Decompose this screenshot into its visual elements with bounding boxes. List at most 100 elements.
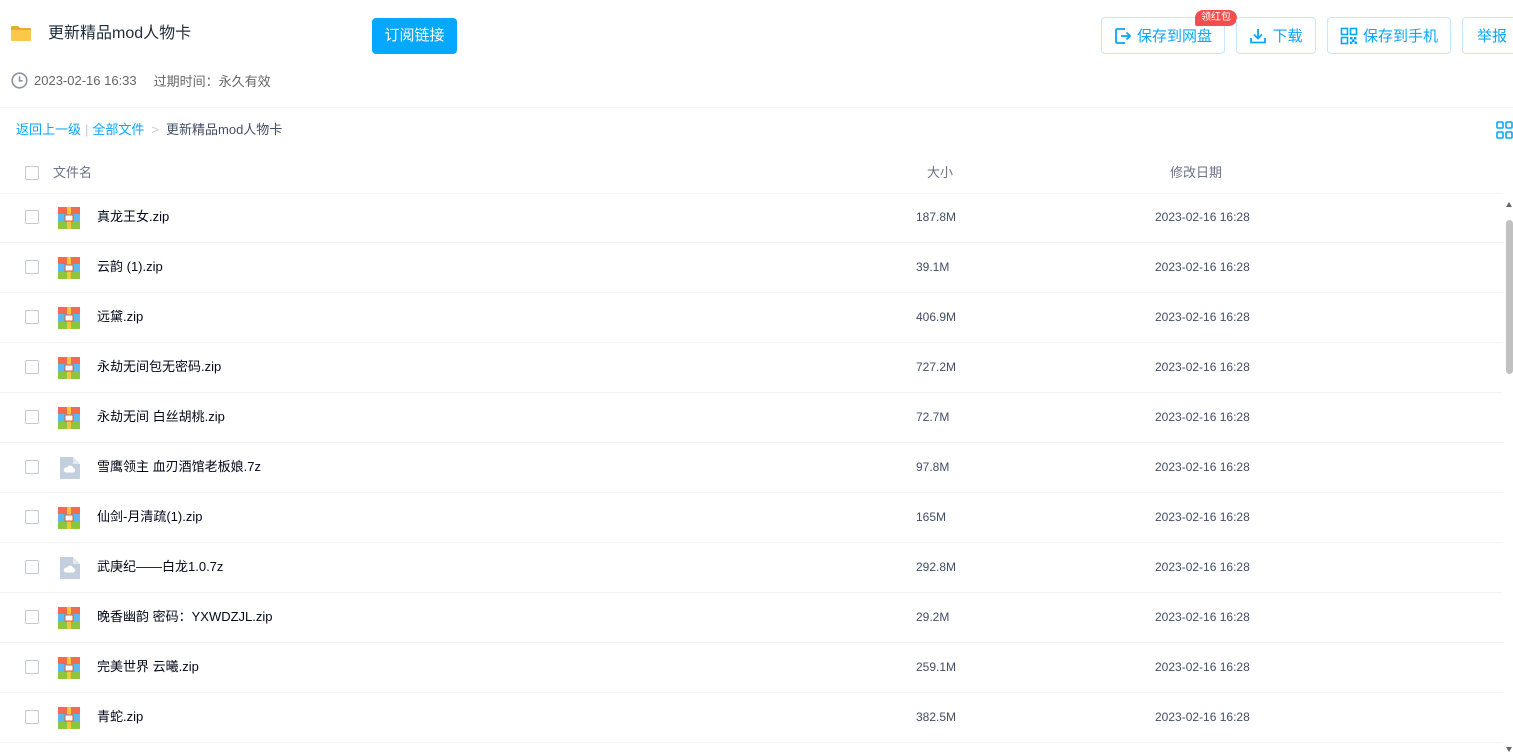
report-button[interactable]: 举报 bbox=[1462, 17, 1513, 54]
back-up-link[interactable]: 返回上一级 bbox=[16, 122, 81, 137]
share-header: 更新精品mod人物卡 订阅链接 2023-02-16 16:33 过期时间： 永… bbox=[0, 0, 1513, 107]
table-row[interactable]: 完美世界 云曦.zip 259.1M 2023-02-16 16:28 bbox=[0, 643, 1503, 693]
breadcrumb-separator: | bbox=[85, 122, 89, 137]
table-row[interactable]: 雪鹰领主 血刃酒馆老板娘.7z 97.8M 2023-02-16 16:28 bbox=[0, 443, 1503, 493]
file-size: 292.8M bbox=[916, 560, 957, 574]
row-checkbox[interactable] bbox=[25, 510, 39, 524]
file-modified-date: 2023-02-16 16:28 bbox=[1155, 610, 1250, 624]
report-label: 举报 bbox=[1476, 28, 1507, 45]
grid-view-icon[interactable] bbox=[1496, 121, 1513, 139]
breadcrumb-arrow: > bbox=[151, 122, 160, 137]
column-filename[interactable]: 文件名 bbox=[53, 164, 92, 181]
file-name[interactable]: 青蛇.zip bbox=[97, 708, 143, 726]
table-row[interactable]: 远黛.zip 406.9M 2023-02-16 16:28 bbox=[0, 293, 1503, 343]
expire-value: 永久有效 bbox=[218, 73, 271, 89]
page-title: 更新精品mod人物卡 bbox=[48, 25, 192, 42]
file-name[interactable]: 永劫无间 白丝胡桃.zip bbox=[97, 408, 225, 426]
table-row[interactable]: 青蛇.zip 382.5M 2023-02-16 16:28 bbox=[0, 693, 1503, 743]
expire-label: 过期时间： bbox=[153, 73, 219, 89]
row-checkbox[interactable] bbox=[25, 310, 39, 324]
save-to-cloud-label: 保存到网盘 bbox=[1136, 28, 1212, 45]
column-size[interactable]: 大小 bbox=[927, 164, 953, 181]
file-name[interactable]: 云韵 (1).zip bbox=[97, 258, 163, 276]
row-checkbox[interactable] bbox=[25, 460, 39, 474]
unknown-file-icon bbox=[58, 457, 80, 479]
row-checkbox[interactable] bbox=[25, 560, 39, 574]
file-name[interactable]: 仙剑-月清疏(1).zip bbox=[97, 508, 202, 526]
file-name[interactable]: 雪鹰领主 血刃酒馆老板娘.7z bbox=[97, 458, 261, 476]
zip-archive-icon bbox=[58, 257, 80, 279]
unknown-file-icon bbox=[58, 557, 80, 579]
file-name[interactable]: 武庚纪——白龙1.0.7z bbox=[97, 558, 223, 576]
table-row[interactable]: 武庚纪——白龙1.0.7z 292.8M 2023-02-16 16:28 bbox=[0, 543, 1503, 593]
file-modified-date: 2023-02-16 16:28 bbox=[1155, 260, 1250, 274]
table-row[interactable]: 永劫无间 白丝胡桃.zip 72.7M 2023-02-16 16:28 bbox=[0, 393, 1503, 443]
table-row[interactable]: 真龙王女.zip 187.8M 2023-02-16 16:28 bbox=[0, 193, 1503, 243]
row-checkbox[interactable] bbox=[25, 260, 39, 274]
file-size: 259.1M bbox=[916, 660, 957, 674]
file-size: 165M bbox=[916, 510, 947, 524]
subscribe-link-button[interactable]: 订阅链接 bbox=[372, 18, 457, 54]
save-to-phone-label: 保存到手机 bbox=[1362, 28, 1438, 45]
file-modified-date: 2023-02-16 16:28 bbox=[1155, 460, 1250, 474]
save-to-cloud-button[interactable]: 保存到网盘 领红包 bbox=[1101, 10, 1237, 54]
scrollbar[interactable] bbox=[1505, 198, 1513, 756]
table-row[interactable]: 仙剑-月清疏(1).zip 165M 2023-02-16 16:28 bbox=[0, 493, 1503, 543]
row-checkbox[interactable] bbox=[25, 210, 39, 224]
scrollbar-thumb[interactable] bbox=[1506, 220, 1513, 374]
save-to-phone-button[interactable]: 保存到手机 bbox=[1327, 17, 1451, 54]
file-name[interactable]: 永劫无间包无密码.zip bbox=[97, 358, 221, 376]
file-modified-date: 2023-02-16 16:28 bbox=[1155, 210, 1250, 224]
scroll-down-arrow[interactable] bbox=[1506, 747, 1512, 752]
row-checkbox[interactable] bbox=[25, 710, 39, 724]
file-size: 39.1M bbox=[916, 260, 950, 274]
table-row[interactable]: 永劫无间包无密码.zip 727.2M 2023-02-16 16:28 bbox=[0, 343, 1503, 393]
row-checkbox[interactable] bbox=[25, 410, 39, 424]
share-meta: 2023-02-16 16:33 过期时间： 永久有效 bbox=[11, 70, 271, 90]
zip-archive-icon bbox=[58, 607, 80, 629]
zip-archive-icon bbox=[58, 307, 80, 329]
file-size: 382.5M bbox=[916, 710, 957, 724]
file-modified-date: 2023-02-16 16:28 bbox=[1155, 510, 1250, 524]
zip-archive-icon bbox=[58, 707, 80, 729]
qr-code-icon bbox=[1340, 27, 1358, 44]
zip-archive-icon bbox=[58, 207, 80, 229]
file-modified-date: 2023-02-16 16:28 bbox=[1155, 410, 1250, 424]
file-modified-date: 2023-02-16 16:28 bbox=[1155, 710, 1250, 724]
table-row[interactable]: 晚香幽韵 密码：YXWDZJL.zip 29.2M 2023-02-16 16:28 bbox=[0, 593, 1503, 643]
file-name[interactable]: 晚香幽韵 密码：YXWDZJL.zip bbox=[97, 608, 273, 626]
zip-archive-icon bbox=[58, 357, 80, 379]
table-row[interactable]: 云韵 (1).zip 39.1M 2023-02-16 16:28 bbox=[0, 243, 1503, 293]
breadcrumb-current: 更新精品mod人物卡 bbox=[166, 122, 283, 137]
clock-icon bbox=[11, 71, 28, 89]
file-modified-date: 2023-02-16 16:28 bbox=[1155, 560, 1250, 574]
file-name[interactable]: 真龙王女.zip bbox=[97, 208, 169, 226]
file-modified-date: 2023-02-16 16:28 bbox=[1155, 310, 1250, 324]
file-size: 406.9M bbox=[916, 310, 957, 324]
folder-icon bbox=[11, 26, 31, 41]
zip-archive-icon bbox=[58, 507, 80, 529]
download-button[interactable]: 下载 bbox=[1236, 17, 1316, 54]
file-size: 29.2M bbox=[916, 610, 950, 624]
select-all-checkbox[interactable] bbox=[25, 166, 39, 180]
breadcrumb: 返回上一级 | 全部文件 > 更新精品mod人物卡 bbox=[16, 121, 282, 139]
row-checkbox[interactable] bbox=[25, 610, 39, 624]
row-checkbox[interactable] bbox=[25, 360, 39, 374]
file-size: 187.8M bbox=[916, 210, 957, 224]
file-name[interactable]: 完美世界 云曦.zip bbox=[97, 658, 199, 676]
zip-archive-icon bbox=[58, 657, 80, 679]
red-packet-badge[interactable]: 领红包 bbox=[1195, 10, 1237, 26]
zip-archive-icon bbox=[58, 407, 80, 429]
all-files-link[interactable]: 全部文件 bbox=[92, 122, 144, 137]
file-name[interactable]: 远黛.zip bbox=[97, 308, 143, 326]
scroll-up-arrow[interactable] bbox=[1506, 202, 1512, 207]
header-divider bbox=[0, 107, 1513, 108]
file-table-header: 文件名 大小 修改日期 bbox=[0, 152, 1503, 194]
file-size: 72.7M bbox=[916, 410, 950, 424]
file-list: 真龙王女.zip 187.8M 2023-02-16 16:28 云韵 (1).zip… bbox=[0, 193, 1503, 743]
file-modified-date: 2023-02-16 16:28 bbox=[1155, 360, 1250, 374]
file-size: 97.8M bbox=[916, 460, 950, 474]
download-label: 下载 bbox=[1272, 28, 1303, 45]
row-checkbox[interactable] bbox=[25, 660, 39, 674]
column-modified-date[interactable]: 修改日期 bbox=[1170, 164, 1222, 181]
